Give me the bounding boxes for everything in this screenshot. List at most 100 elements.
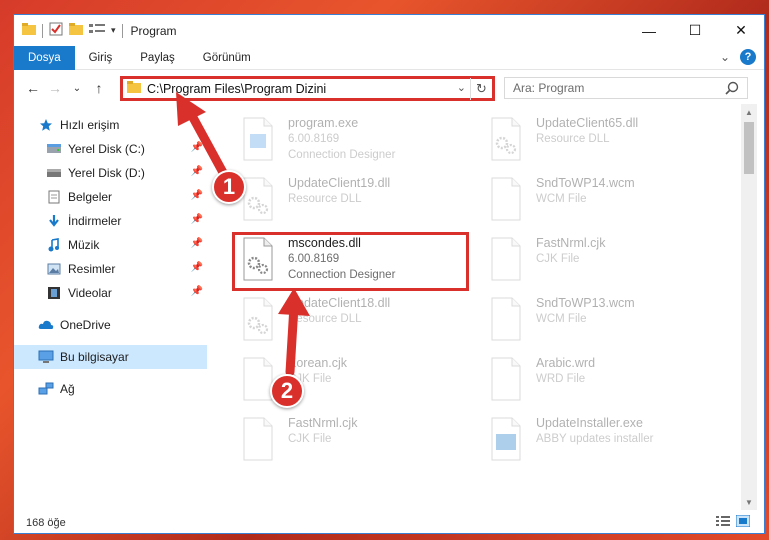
callout-badge-1: 1 bbox=[212, 170, 246, 204]
title-bar: ▾ Program — ☐ ✕ bbox=[14, 15, 764, 46]
item-count: 168 öğe bbox=[26, 517, 66, 529]
minimize-button[interactable]: — bbox=[626, 15, 672, 46]
computer-icon bbox=[38, 349, 54, 365]
vertical-scrollbar[interactable]: ▲ ▼ bbox=[741, 104, 757, 510]
network-icon bbox=[38, 381, 54, 397]
window-title: Program bbox=[130, 23, 177, 38]
sidebar-item-label: Resimler bbox=[68, 262, 116, 276]
file-icon bbox=[488, 296, 524, 342]
sidebar-item-pictures[interactable]: Resimler 📌 bbox=[14, 257, 207, 281]
details-view-icon[interactable] bbox=[716, 515, 730, 530]
customize-toolbar-icon[interactable]: ▾ bbox=[111, 25, 116, 36]
tab-view[interactable]: Görünüm bbox=[189, 46, 265, 70]
quick-access-toolbar: ▾ bbox=[14, 22, 123, 39]
scroll-down-icon[interactable]: ▼ bbox=[741, 494, 757, 510]
file-item[interactable]: UpdateClient18.dll Resource DLL bbox=[230, 290, 470, 348]
file-item[interactable]: UpdateClient65.dll Resource DLL bbox=[478, 110, 718, 168]
file-detail: Resource DLL bbox=[288, 313, 362, 325]
search-icon[interactable] bbox=[725, 81, 739, 98]
file-name: UpdateClient65.dll bbox=[536, 116, 639, 130]
tab-share[interactable]: Paylaş bbox=[126, 46, 189, 70]
sidebar-item-label: Videolar bbox=[68, 286, 112, 300]
properties-icon[interactable] bbox=[49, 22, 63, 39]
drive-icon bbox=[46, 141, 62, 157]
file-icon bbox=[488, 356, 524, 402]
pin-icon[interactable]: 📌 bbox=[191, 238, 203, 249]
pin-icon[interactable]: 📌 bbox=[191, 262, 203, 273]
file-item[interactable]: Korean.cjk CJK File bbox=[230, 350, 470, 408]
sidebar-item-label: Bu bilgisayar bbox=[60, 350, 129, 364]
pin-icon[interactable]: 📌 bbox=[191, 166, 203, 177]
expand-ribbon-icon[interactable]: ⌄ bbox=[720, 50, 730, 64]
drive-icon bbox=[46, 165, 62, 181]
file-name: FastNrml.cjk bbox=[536, 236, 606, 250]
file-detail: CJK File bbox=[288, 433, 332, 445]
pictures-icon bbox=[46, 261, 62, 277]
back-button[interactable]: ← bbox=[22, 77, 44, 99]
forward-button[interactable]: → bbox=[44, 77, 66, 99]
sidebar-item-label: OneDrive bbox=[60, 318, 111, 332]
recent-locations-button[interactable]: ⌄ bbox=[66, 77, 88, 99]
file-icon bbox=[488, 236, 524, 282]
file-item[interactable]: UpdateClient19.dll Resource DLL bbox=[230, 170, 470, 228]
sidebar-item-label: Belgeler bbox=[68, 190, 113, 204]
new-folder-icon[interactable] bbox=[69, 23, 83, 38]
sidebar-item-local-disk-d[interactable]: Yerel Disk (D:) 📌 bbox=[14, 161, 207, 185]
file-item[interactable]: UpdateInstaller.exe ABBY updates installe… bbox=[478, 410, 718, 468]
download-icon bbox=[46, 213, 62, 229]
exe-icon bbox=[240, 116, 276, 162]
folder-icon bbox=[127, 81, 141, 96]
sidebar-item-quick-access[interactable]: Hızlı erişim bbox=[14, 113, 207, 137]
close-button[interactable]: ✕ bbox=[718, 15, 764, 46]
file-icon bbox=[488, 176, 524, 222]
sidebar-item-label: Ağ bbox=[60, 382, 75, 396]
star-icon bbox=[38, 117, 54, 133]
maximize-button[interactable]: ☐ bbox=[672, 15, 718, 46]
sidebar-item-videos[interactable]: Videolar 📌 bbox=[14, 281, 207, 305]
file-name: Korean.cjk bbox=[288, 356, 348, 370]
file-item[interactable]: SndToWP14.wcm WCM File bbox=[478, 170, 718, 228]
folder-icon bbox=[22, 23, 36, 38]
pin-icon[interactable]: 📌 bbox=[191, 142, 203, 153]
file-name: UpdateClient18.dll bbox=[288, 296, 391, 310]
sidebar-item-onedrive[interactable]: OneDrive bbox=[14, 313, 207, 337]
sidebar-item-label: Müzik bbox=[68, 238, 100, 252]
sidebar-item-music[interactable]: Müzik 📌 bbox=[14, 233, 207, 257]
sidebar-item-downloads[interactable]: İndirmeler 📌 bbox=[14, 209, 207, 233]
ribbon-tabs: Dosya Giriş Paylaş Görünüm ⌄ ? bbox=[14, 45, 764, 70]
view-options-icon[interactable] bbox=[89, 23, 105, 38]
file-detail: 6.00.8169 bbox=[288, 133, 340, 145]
sidebar-item-local-disk-c[interactable]: Yerel Disk (C:) 📌 bbox=[14, 137, 207, 161]
file-detail: CJK File bbox=[536, 253, 580, 265]
pin-icon[interactable]: 📌 bbox=[191, 286, 203, 297]
pin-icon[interactable]: 📌 bbox=[191, 190, 203, 201]
up-button[interactable]: ↑ bbox=[88, 77, 110, 99]
tab-file[interactable]: Dosya bbox=[14, 45, 75, 70]
highlight-frame bbox=[232, 232, 469, 291]
pin-icon[interactable]: 📌 bbox=[191, 214, 203, 225]
scroll-thumb[interactable] bbox=[744, 122, 754, 174]
file-detail: WRD File bbox=[536, 373, 586, 385]
tab-home[interactable]: Giriş bbox=[75, 46, 127, 70]
scroll-up-icon[interactable]: ▲ bbox=[741, 104, 757, 120]
file-name: Arabic.wrd bbox=[536, 356, 596, 370]
file-item[interactable]: FastNrml.cjk CJK File bbox=[478, 230, 718, 288]
file-name: UpdateInstaller.exe bbox=[536, 416, 644, 430]
file-item[interactable]: Arabic.wrd WRD File bbox=[478, 350, 718, 408]
sidebar-item-label: Hızlı erişim bbox=[60, 118, 120, 132]
file-detail: WCM File bbox=[536, 313, 587, 325]
file-icon bbox=[240, 416, 276, 462]
file-item[interactable]: program.exe 6.00.8169 Connection Designer bbox=[230, 110, 470, 168]
help-icon[interactable]: ? bbox=[740, 49, 756, 65]
file-item[interactable]: SndToWP13.wcm WCM File bbox=[478, 290, 718, 348]
dll-icon bbox=[240, 296, 276, 342]
sidebar-item-this-pc[interactable]: Bu bilgisayar bbox=[14, 345, 207, 369]
large-icons-view-icon[interactable] bbox=[735, 514, 751, 530]
sidebar-item-network[interactable]: Ağ bbox=[14, 377, 207, 401]
file-name: SndToWP14.wcm bbox=[536, 176, 635, 190]
file-name: program.exe bbox=[288, 116, 359, 130]
file-detail: Connection Designer bbox=[288, 149, 396, 161]
sidebar-item-documents[interactable]: Belgeler 📌 bbox=[14, 185, 207, 209]
file-item[interactable]: FastNrml.cjk CJK File bbox=[230, 410, 470, 468]
file-detail: Resource DLL bbox=[536, 133, 610, 145]
